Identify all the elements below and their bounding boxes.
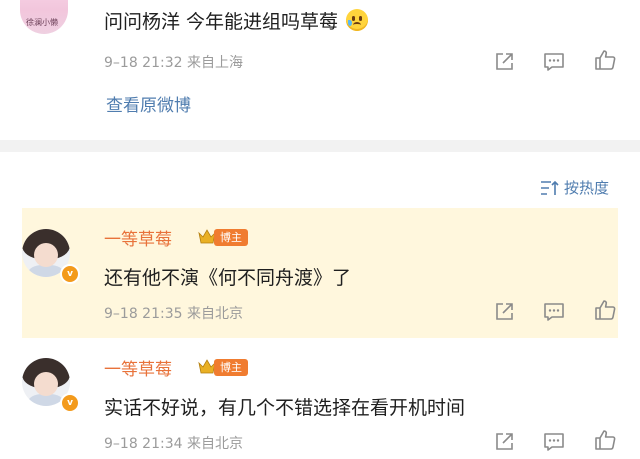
verified-badge-icon: v [60,264,80,284]
like-icon[interactable] [593,48,617,72]
share-icon[interactable] [492,50,516,74]
username[interactable]: 一等草莓 [104,225,172,250]
share-icon[interactable] [492,430,516,454]
sort-icon [541,180,559,195]
verified-badge-icon: v [60,393,80,413]
sort-label: 按热度 [564,179,610,197]
like-icon[interactable] [593,298,617,322]
comment-body: 还有他不演《何不同舟渡》了 [104,267,352,289]
comment-body: 问问杨洋 今年能进组吗草莓 [104,11,339,33]
comment-meta: 9–18 21:35 来自北京 [104,306,243,322]
comment-icon[interactable] [542,50,566,74]
comment-icon[interactable] [542,300,566,324]
avatar[interactable]: 徐澜小懒 [20,0,68,34]
comment-body: 实话不好说，有几个不错选择在看开机时间 [104,397,466,419]
share-icon[interactable] [492,300,516,324]
crying-face-emoji-icon [346,9,369,31]
username[interactable]: 一等草莓 [104,355,172,380]
comment-meta: 9–18 21:32 来自上海 [104,55,243,71]
section-divider [0,140,640,152]
comment-icon[interactable] [542,430,566,454]
comment-meta: 9–18 21:34 来自北京 [104,436,243,452]
avatar-caption: 徐澜小懒 [26,18,58,27]
view-original-link[interactable]: 查看原微博 [106,91,191,116]
author-badge: 博主 [214,229,248,246]
comment-text: 问问杨洋 今年能进组吗草莓 [104,7,369,34]
author-badge: 博主 [214,359,248,376]
like-icon[interactable] [593,428,617,452]
